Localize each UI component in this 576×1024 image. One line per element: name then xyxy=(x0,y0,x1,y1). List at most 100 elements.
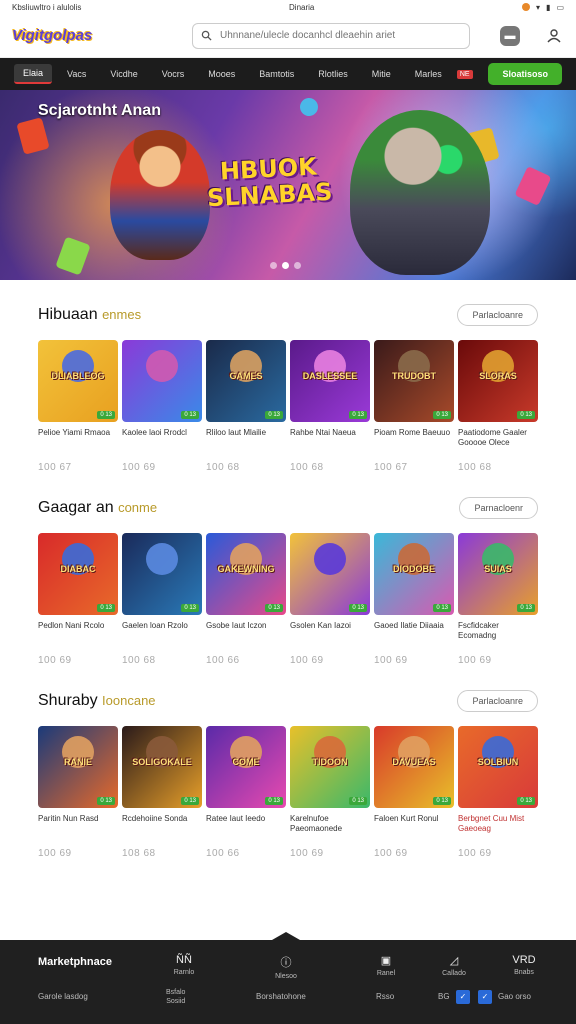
game-thumbnail[interactable]: DLIABLEOG 0 13 xyxy=(38,340,118,422)
nav-item[interactable]: Rlotlies xyxy=(309,65,357,83)
hero-banner[interactable]: Scjarotnht Anan HBUOK SLNABAS xyxy=(0,90,576,280)
game-name[interactable]: Gsolen Kan Iazoi xyxy=(290,621,370,643)
game-name[interactable]: Berbgnet Cuu Mist Gaeoeag xyxy=(458,814,538,836)
card-row: DLIABLEOG 0 13 Pelioe Yiami Rmaoa 100 67… xyxy=(38,340,538,473)
game-card[interactable]: 0 13 Gsolen Kan Iazoi 100 69 xyxy=(290,533,370,666)
game-thumbnail[interactable]: TRUDOBT 0 13 xyxy=(374,340,454,422)
nav-cta-button[interactable]: Sloatisoso xyxy=(488,63,562,85)
footer-link[interactable]: Rsso xyxy=(376,992,394,1001)
search-bar[interactable] xyxy=(192,22,470,49)
game-card[interactable]: SOLBIUN 0 13 Berbgnet Cuu Mist Gaeoeag 1… xyxy=(458,726,538,859)
game-card[interactable]: GAKEWNING 0 13 Gsobe Iaut Iczon 100 66 xyxy=(206,533,286,666)
nav-item[interactable]: Mooes xyxy=(199,65,244,83)
game-thumbnail[interactable]: 0 13 xyxy=(122,340,202,422)
game-card[interactable]: GAMES 0 13 Rliloo laut Mlailie 100 68 xyxy=(206,340,286,473)
footer-link[interactable]: BG xyxy=(438,992,450,1001)
footer-link[interactable]: Gao orso xyxy=(498,992,531,1001)
footer-link[interactable]: Bsfalo Sosiid xyxy=(166,988,185,1006)
message-button[interactable]: ▬ xyxy=(500,25,520,46)
game-thumbnail[interactable]: GAMES 0 13 xyxy=(206,340,286,422)
game-card[interactable]: DAVUEAS 0 13 Faloen Kurt Ronul 100 69 xyxy=(374,726,454,859)
footer-nav-item[interactable]: VRD Bnabs xyxy=(504,954,544,976)
game-thumbnail[interactable]: DIABAC 0 13 xyxy=(38,533,118,615)
footer-nav-item[interactable]: ÑÑ Rarnlo xyxy=(164,954,204,976)
game-badge: 0 13 xyxy=(433,411,451,419)
twitter-icon[interactable]: ✓ xyxy=(456,990,470,1004)
hero-pagination-dot[interactable] xyxy=(282,262,289,269)
game-name[interactable]: Paatiodome Gaaler Gooooe Olece xyxy=(458,428,538,450)
game-thumbnail[interactable]: RANIE 0 13 xyxy=(38,726,118,808)
footer-brand[interactable]: Marketphnace xyxy=(38,956,112,968)
game-name[interactable]: Kaolee laoi Rrodcl xyxy=(122,428,202,450)
signal-icon: ▮ xyxy=(546,2,551,12)
footer-nav-item[interactable]: ▣ Ranel xyxy=(366,954,406,977)
section-header: Shuraby Iooncane Parlacloanre xyxy=(38,684,538,718)
game-card[interactable]: SOLIGOKALE 0 13 Rcdehoiine Sonda 108 68 xyxy=(122,726,202,859)
game-thumbnail[interactable]: SLORAS 0 13 xyxy=(458,340,538,422)
game-name[interactable]: Pioam Rome Baeuuo xyxy=(374,428,454,450)
game-name[interactable]: Rliloo laut Mlailie xyxy=(206,428,286,450)
section-view-all-button[interactable]: Parnacloenr xyxy=(459,497,538,519)
search-input[interactable] xyxy=(220,30,461,41)
game-thumbnail[interactable]: SOLIGOKALE 0 13 xyxy=(122,726,202,808)
game-card[interactable]: SUIAS 0 13 Fscfidcaker Ecomadng 100 69 xyxy=(458,533,538,666)
game-thumbnail[interactable]: 0 13 xyxy=(290,533,370,615)
game-name[interactable]: Karelnufoe Paeomaonede xyxy=(290,814,370,836)
game-thumbnail[interactable]: SOLBIUN 0 13 xyxy=(458,726,538,808)
game-card[interactable]: DASLESSEE 0 13 Rahbe Ntai Naeua 100 68 xyxy=(290,340,370,473)
game-card[interactable]: TRUDOBT 0 13 Pioam Rome Baeuuo 100 67 xyxy=(374,340,454,473)
game-card[interactable]: DIABAC 0 13 Pedlon Nani Rcolo 100 69 xyxy=(38,533,118,666)
footer-nav-item[interactable]: ◿ Callado xyxy=(434,954,474,977)
hero-pagination-dot[interactable] xyxy=(294,262,301,269)
footer-link[interactable]: Borshatohone xyxy=(256,992,306,1001)
card-row: DIABAC 0 13 Pedlon Nani Rcolo 100 69 0 1… xyxy=(38,533,538,666)
nav-item[interactable]: Bamtotis xyxy=(250,65,303,83)
game-name[interactable]: Pelioe Yiami Rmaoa xyxy=(38,428,118,450)
user-icon xyxy=(547,28,561,42)
game-thumbnail[interactable]: TIDOON 0 13 xyxy=(290,726,370,808)
game-name[interactable]: Paritin Nun Rasd xyxy=(38,814,118,836)
game-name[interactable]: Gsobe Iaut Iczon xyxy=(206,621,286,643)
game-thumbnail[interactable]: COME 0 13 xyxy=(206,726,286,808)
site-logo[interactable]: Vigitgolpas xyxy=(12,20,132,52)
footer-link[interactable]: Garole lasdog xyxy=(38,992,88,1001)
game-character-art xyxy=(146,350,178,382)
game-card[interactable]: 0 13 Gaelen loan Rzolo 100 68 xyxy=(122,533,202,666)
game-name[interactable]: Gaelen loan Rzolo xyxy=(122,621,202,643)
section-view-all-button[interactable]: Parlacloanre xyxy=(457,690,538,712)
game-name[interactable]: Gaoed Ilatie Diiaaia xyxy=(374,621,454,643)
section-title-main: Shuraby xyxy=(38,692,98,709)
nav-item[interactable]: Vocrs xyxy=(153,65,194,83)
game-thumbnail[interactable]: DAVUEAS 0 13 xyxy=(374,726,454,808)
game-name[interactable]: Pedlon Nani Rcolo xyxy=(38,621,118,643)
nav-item[interactable]: Vicdhe xyxy=(101,65,146,83)
user-button[interactable] xyxy=(544,26,564,46)
game-thumbnail[interactable]: GAKEWNING 0 13 xyxy=(206,533,286,615)
game-thumbnail[interactable]: SUIAS 0 13 xyxy=(458,533,538,615)
game-badge: 0 13 xyxy=(433,604,451,612)
game-card[interactable]: 0 13 Kaolee laoi Rrodcl 100 69 xyxy=(122,340,202,473)
game-card[interactable]: DIODOBE 0 13 Gaoed Ilatie Diiaaia 100 69 xyxy=(374,533,454,666)
game-name[interactable]: Rahbe Ntai Naeua xyxy=(290,428,370,450)
game-name[interactable]: Fscfidcaker Ecomadng xyxy=(458,621,538,643)
game-card[interactable]: SLORAS 0 13 Paatiodome Gaaler Gooooe Ole… xyxy=(458,340,538,473)
game-thumbnail-title: SLORAS xyxy=(479,371,517,382)
game-name[interactable]: Rcdehoiine Sonda xyxy=(122,814,202,836)
game-card[interactable]: DLIABLEOG 0 13 Pelioe Yiami Rmaoa 100 67 xyxy=(38,340,118,473)
section-view-all-button[interactable]: Parlacloanre xyxy=(457,304,538,326)
game-card[interactable]: COME 0 13 Ratee Iaut Ieedo 100 66 xyxy=(206,726,286,859)
game-thumbnail[interactable]: DIODOBE 0 13 xyxy=(374,533,454,615)
game-name[interactable]: Ratee Iaut Ieedo xyxy=(206,814,286,836)
hero-pagination-dot[interactable] xyxy=(270,262,277,269)
nav-item[interactable]: Elaia xyxy=(14,64,53,84)
twitter-icon[interactable]: ✓ xyxy=(478,990,492,1004)
footer-nav-item[interactable]: ⓘ Nlesoo xyxy=(266,954,306,980)
game-name[interactable]: Faloen Kurt Ronul xyxy=(374,814,454,836)
game-thumbnail[interactable]: DASLESSEE 0 13 xyxy=(290,340,370,422)
game-card[interactable]: RANIE 0 13 Paritin Nun Rasd 100 69 xyxy=(38,726,118,859)
nav-item[interactable]: Vacs xyxy=(58,65,95,83)
game-thumbnail[interactable]: 0 13 xyxy=(122,533,202,615)
nav-item[interactable]: Mitie xyxy=(363,65,400,83)
game-card[interactable]: TIDOON 0 13 Karelnufoe Paeomaonede 100 6… xyxy=(290,726,370,859)
nav-item[interactable]: Marles xyxy=(406,65,451,83)
